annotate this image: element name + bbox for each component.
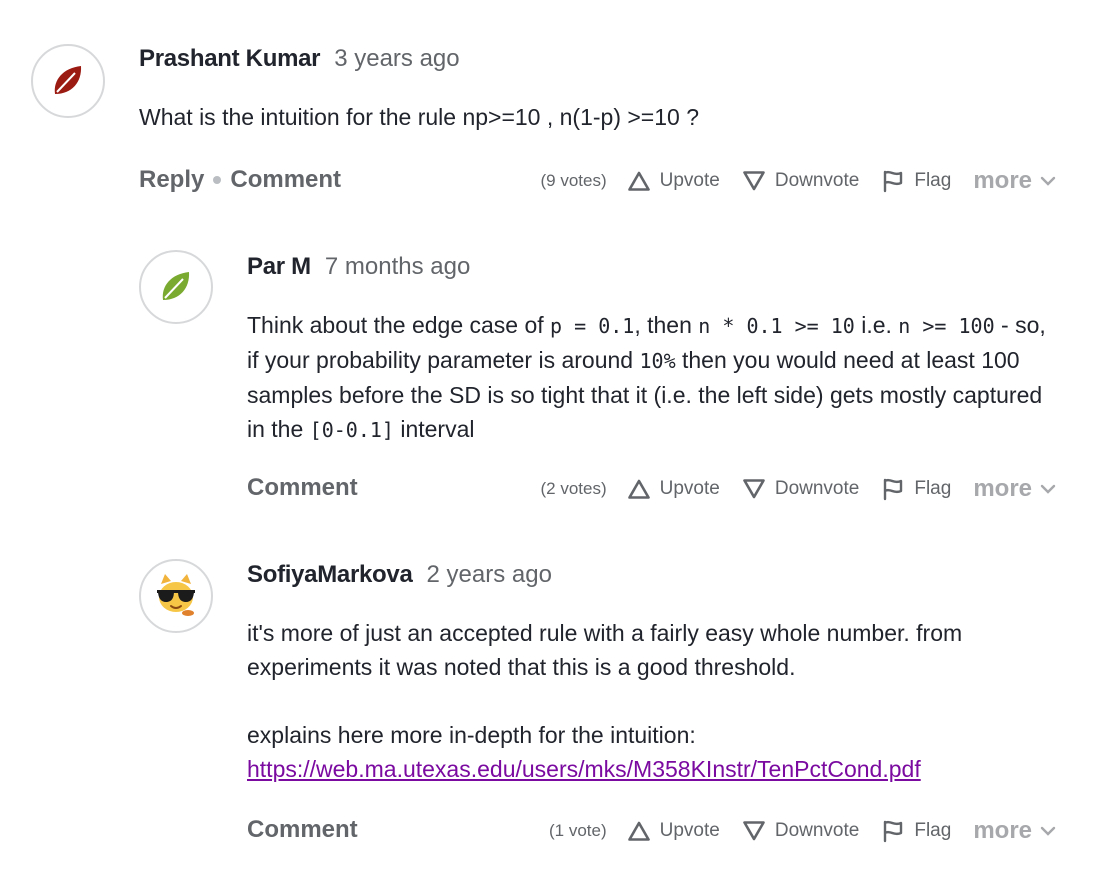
downvote-triangle-icon: [743, 821, 765, 841]
upvote-label: Upvote: [659, 170, 720, 191]
upvote-button[interactable]: Upvote: [627, 478, 720, 500]
comment-text: What is the intuition for the rule np>=1…: [139, 104, 700, 130]
flag-label: Flag: [914, 170, 952, 191]
text-segment: i.e.: [854, 312, 899, 338]
flag-button[interactable]: Flag: [881, 819, 951, 843]
author-name[interactable]: Prashant Kumar: [139, 45, 321, 73]
timestamp: 3 years ago: [334, 45, 460, 72]
downvote-label: Downvote: [774, 170, 860, 191]
vote-count: (2 votes): [540, 479, 607, 498]
external-link[interactable]: https://web.ma.utexas.edu/users/mks/M358…: [247, 756, 921, 782]
author-name[interactable]: Par M: [247, 253, 311, 281]
vote-count: (1 vote): [549, 821, 607, 840]
upvote-label: Upvote: [659, 820, 720, 841]
more-label: more: [973, 475, 1032, 502]
inline-code: n * 0.1 >= 10: [698, 314, 855, 338]
chevron-down-icon: [1040, 176, 1056, 186]
upvote-button[interactable]: Upvote: [627, 170, 720, 192]
comment-button[interactable]: Comment: [247, 474, 358, 502]
sunglasses-creature-icon: [157, 574, 195, 616]
upvote-button[interactable]: Upvote: [627, 820, 720, 842]
comment-header: Par M 7 months ago: [247, 253, 470, 281]
flag-label: Flag: [914, 478, 952, 499]
text-segment: Think about the edge case of: [247, 312, 551, 338]
avatar[interactable]: [31, 44, 105, 118]
author-name[interactable]: SofiyaMarkova: [247, 561, 413, 589]
flag-icon: [884, 820, 903, 843]
upvote-triangle-icon: [627, 821, 650, 841]
more-label: more: [973, 817, 1032, 844]
comment-link-line: https://web.ma.utexas.edu/users/mks/M358…: [247, 752, 1067, 786]
comment-header: SofiyaMarkova 2 years ago: [247, 561, 552, 589]
comment-text: it's more of just an accepted rule with …: [247, 620, 963, 680]
more-menu[interactable]: more: [973, 475, 1056, 503]
flag-icon: [884, 478, 903, 501]
downvote-label: Downvote: [774, 478, 860, 499]
flag-icon: [884, 170, 903, 193]
vote-bar: (2 votes) Upvote Downvote Flag more: [541, 475, 1057, 503]
comment-body: What is the intuition for the rule np>=1…: [139, 100, 1059, 134]
comment-actions: Reply Comment: [139, 166, 341, 194]
inline-code: [0-0.1]: [309, 418, 394, 442]
text-segment: interval: [393, 416, 475, 442]
avatar[interactable]: [139, 250, 213, 324]
flag-button[interactable]: Flag: [881, 169, 951, 193]
text-segment: , then: [634, 312, 699, 338]
green-leaf-icon: [162, 272, 190, 300]
comment-button[interactable]: Comment: [247, 816, 358, 844]
inline-code: 10%: [639, 349, 676, 373]
downvote-triangle-icon: [743, 171, 765, 191]
inline-code: n >= 100: [898, 314, 995, 338]
avatar[interactable]: [139, 559, 213, 633]
vote-count: (9 votes): [540, 171, 607, 190]
comment-header: Prashant Kumar 3 years ago: [139, 45, 460, 73]
chevron-down-icon: [1040, 484, 1056, 494]
downvote-button[interactable]: Downvote: [742, 820, 860, 842]
timestamp: 7 months ago: [324, 253, 471, 280]
more-label: more: [973, 167, 1032, 194]
reply-button[interactable]: Reply: [139, 166, 204, 194]
comment-button[interactable]: Comment: [230, 166, 341, 194]
flag-button[interactable]: Flag: [881, 477, 951, 501]
vote-bar: (1 vote) Upvote Downvote Flag more: [549, 817, 1056, 845]
comment-body: Think about the edge case of p = 0.1, th…: [247, 308, 1062, 447]
dark-red-leaf-icon: [54, 66, 82, 94]
downvote-button[interactable]: Downvote: [742, 478, 860, 500]
more-menu[interactable]: more: [973, 167, 1056, 195]
vote-bar: (9 votes) Upvote Downvote Flag more: [541, 167, 1057, 195]
inline-code: p = 0.1: [550, 314, 635, 338]
downvote-button[interactable]: Downvote: [742, 170, 860, 192]
upvote-triangle-icon: [627, 171, 650, 191]
downvote-triangle-icon: [743, 479, 765, 499]
separator-dot: [213, 176, 222, 184]
upvote-label: Upvote: [659, 478, 720, 499]
more-menu[interactable]: more: [973, 817, 1056, 845]
comment-actions: Comment: [247, 474, 358, 502]
comment-text: explains here more in-depth for the intu…: [247, 722, 696, 748]
chevron-down-icon: [1040, 826, 1056, 836]
flag-label: Flag: [914, 820, 952, 841]
downvote-label: Downvote: [774, 820, 860, 841]
comment-text: Think about the edge case of p = 0.1, th…: [247, 308, 1062, 447]
timestamp: 2 years ago: [426, 561, 552, 588]
comment-actions: Comment: [247, 816, 358, 844]
comment-body: it's more of just an accepted rule with …: [247, 616, 1067, 786]
upvote-triangle-icon: [627, 479, 650, 499]
